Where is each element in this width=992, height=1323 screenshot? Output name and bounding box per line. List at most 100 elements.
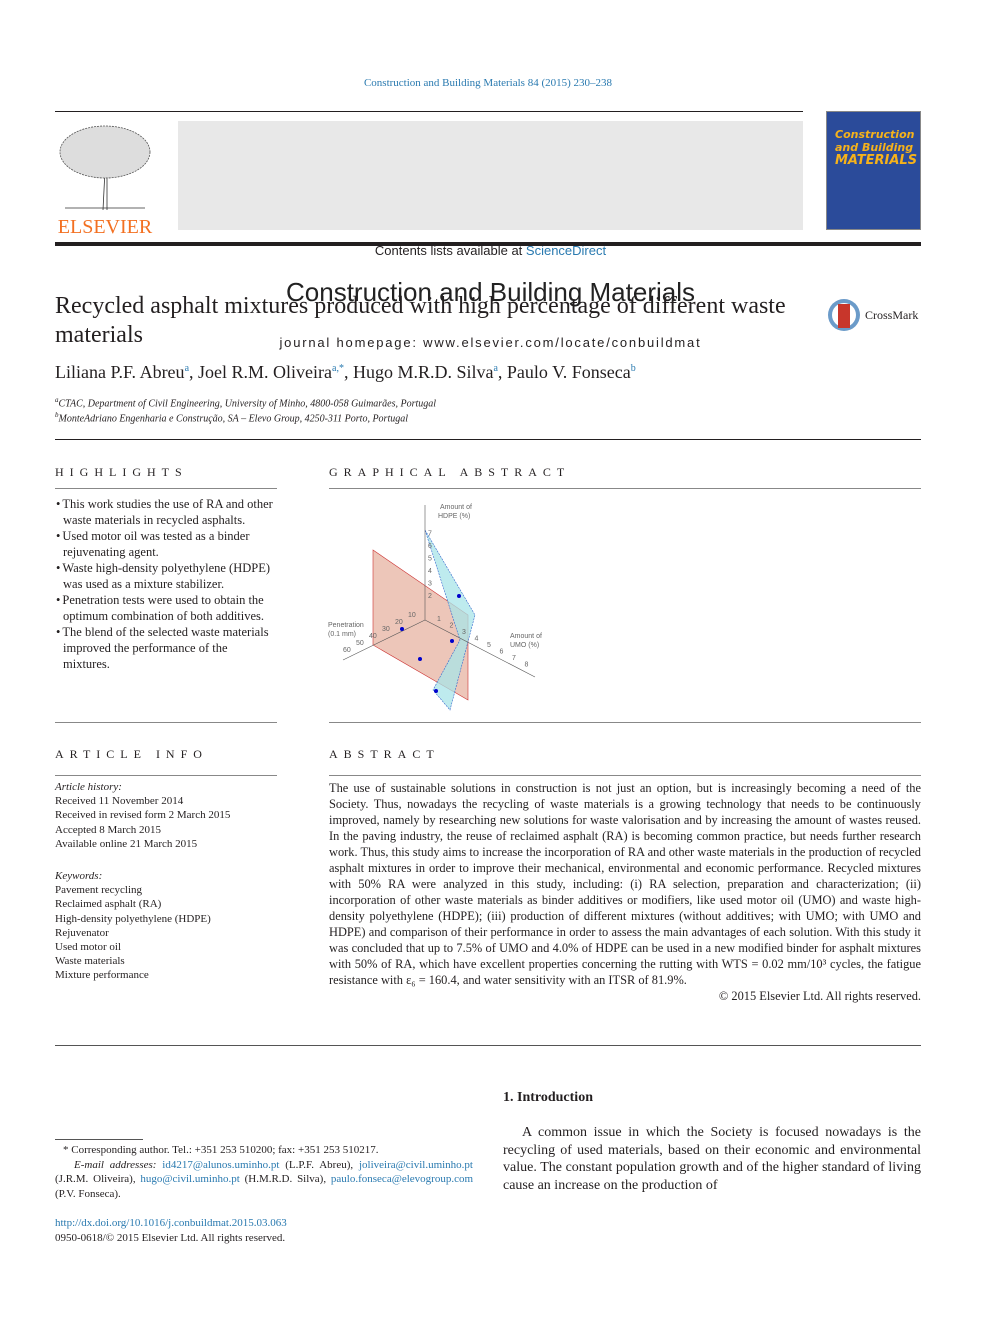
article-info-heading: Article info: [55, 747, 208, 761]
footnote-divider: [55, 1139, 143, 1140]
tick-label: 40: [369, 633, 377, 640]
author-name[interactable]: Liliana P.F. Abreu: [55, 362, 185, 382]
keyword: Pavement recycling: [55, 884, 143, 897]
article-info: Article history: Received 11 November 20…: [55, 780, 277, 983]
tick-label: 8: [525, 662, 529, 669]
highlight-item: Penetration tests were used to obtain th…: [55, 592, 277, 624]
divider: [329, 488, 921, 489]
tick-label: 2: [450, 623, 454, 630]
email-link[interactable]: joliveira@civil.uminho.pt: [359, 1159, 473, 1171]
tick-label: 7: [428, 531, 432, 538]
tick-label: 2: [428, 593, 432, 600]
divider: [55, 488, 277, 489]
corresponding-text: Corresponding author. Tel.: +351 253 510…: [71, 1144, 379, 1156]
introduction-heading: 1. Introduction: [503, 1090, 593, 1105]
highlight-item: Used motor oil was tested as a binder re…: [55, 528, 277, 560]
data-point: [457, 594, 461, 598]
email-label: E-mail addresses:: [74, 1158, 157, 1171]
crossmark-label: CrossMark: [865, 307, 919, 322]
graphical-abstract-heading: Graphical abstract: [329, 465, 571, 479]
email-link[interactable]: id4217@alunos.uminho.pt: [162, 1159, 279, 1171]
tick-label: 30: [382, 626, 390, 633]
abstract-text: The use of sustainable solutions in cons…: [329, 781, 921, 987]
tick-label: 50: [356, 640, 364, 647]
highlights-heading: Highlights: [55, 465, 188, 479]
history-item: Available online 21 March 2015: [55, 837, 198, 850]
axis-label-pen-2: (0.1 mm): [328, 631, 356, 638]
divider: [55, 775, 277, 776]
data-point: [400, 627, 404, 631]
doi-link[interactable]: http://dx.doi.org/10.1016/j.conbuildmat.…: [55, 1216, 473, 1231]
keyword: Used motor oil: [55, 941, 121, 954]
journal-citation[interactable]: Construction and Building Materials 84 (…: [0, 77, 976, 89]
author-affiliation-mark[interactable]: a: [185, 363, 189, 374]
email-addresses: E-mail addresses: id4217@alunos.uminho.p…: [55, 1158, 473, 1202]
history-item: Received 11 November 2014: [55, 795, 184, 808]
tick-label: 3: [462, 629, 466, 636]
tick-label: 3: [428, 581, 432, 588]
data-point: [434, 689, 438, 693]
divider: [55, 1045, 921, 1046]
history-item: Accepted 8 March 2015: [55, 823, 161, 836]
email-link[interactable]: hugo@civil.uminho.pt: [140, 1173, 239, 1185]
abstract-copyright: © 2015 Elsevier Ltd. All rights reserved…: [718, 989, 921, 1003]
journal-header-box: Contents lists available at ScienceDirec…: [178, 121, 803, 350]
elsevier-logo: ELSEVIER: [55, 120, 155, 237]
affiliation: bMonteAdriano Engenharia e Construção, S…: [55, 411, 408, 424]
author-affiliation-mark[interactable]: b: [631, 363, 636, 374]
article-title: Recycled asphalt mixtures produced with …: [55, 293, 786, 348]
data-point: [418, 657, 422, 661]
tick-label: 5: [487, 642, 491, 649]
issn-copyright: 0950-0618/© 2015 Elsevier Ltd. All right…: [55, 1231, 286, 1244]
divider: [329, 775, 921, 776]
author-name[interactable]: Paulo V. Fonseca: [507, 362, 631, 382]
keyword: Reclaimed asphalt (RA): [55, 898, 162, 911]
tick-label: 10: [408, 612, 416, 619]
data-point: [450, 639, 454, 643]
history-item: Received in revised form 2 March 2015: [55, 809, 231, 822]
axis-label-pen-1: Penetration: [328, 622, 364, 629]
crossmark-badge[interactable]: CrossMark: [827, 298, 918, 332]
highlight-item: This work studies the use of RA and othe…: [55, 496, 277, 528]
tick-label: 20: [395, 619, 403, 626]
crossmark-icon: [828, 299, 860, 331]
divider: [55, 722, 277, 723]
author-name[interactable]: Joel R.M. Oliveira: [198, 362, 332, 382]
affiliation-text: MonteAdriano Engenharia e Construção, SA…: [58, 413, 409, 425]
tick-label: 4: [428, 568, 432, 575]
author-affiliation-mark[interactable]: a: [493, 363, 497, 374]
axis-label-hdpe-1: Amount of: [440, 504, 472, 511]
history-label: Article history:: [55, 781, 122, 793]
email-owner: (P.V. Fonseca).: [55, 1188, 121, 1201]
corresponding-author-note: * Corresponding author. Tel.: +351 253 5…: [63, 1144, 379, 1156]
keyword: Waste materials: [55, 955, 125, 968]
author-list: Liliana P.F. Abreua, Joel R.M. Oliveiraa…: [55, 362, 636, 382]
cover-title-1: Construction: [835, 128, 915, 141]
tick-label: 7: [512, 655, 516, 662]
email-owner: (J.R.M. Oliveira),: [55, 1173, 141, 1186]
abstract-heading: Abstract: [329, 747, 440, 761]
footnotes: * Corresponding author. Tel.: +351 253 5…: [55, 1143, 473, 1245]
keyword: High-density polyethylene (HDPE): [55, 912, 211, 925]
tick-label: 1: [437, 616, 441, 623]
author-name[interactable]: Hugo M.R.D. Silva: [353, 362, 494, 382]
keyword: Mixture performance: [55, 969, 149, 982]
highlight-item: Waste high-density polyethylene (HDPE) w…: [55, 560, 277, 592]
axis-label-umo-2: UMO (%): [510, 642, 539, 649]
divider: [55, 111, 803, 112]
axis-label-hdpe-2: HDPE (%): [438, 513, 470, 520]
tick-label: 4: [475, 636, 479, 643]
email-link[interactable]: paulo.fonseca@elevogroup.com: [331, 1173, 473, 1185]
author-affiliation-mark[interactable]: a,*: [332, 363, 344, 374]
highlight-item: The blend of the selected waste material…: [55, 624, 277, 672]
cover-title-3: MATERIALS: [835, 153, 918, 168]
email-owner: (L.P.F. Abreu),: [279, 1158, 359, 1171]
tick-label: 6: [500, 649, 504, 656]
divider: [329, 722, 921, 723]
thick-divider: [55, 242, 921, 246]
tick-label: 6: [428, 543, 432, 550]
keywords-label: Keywords:: [55, 870, 103, 883]
divider: [55, 439, 921, 440]
journal-cover: Construction and Building MATERIALS: [826, 111, 921, 230]
tick-label: 60: [343, 647, 351, 654]
